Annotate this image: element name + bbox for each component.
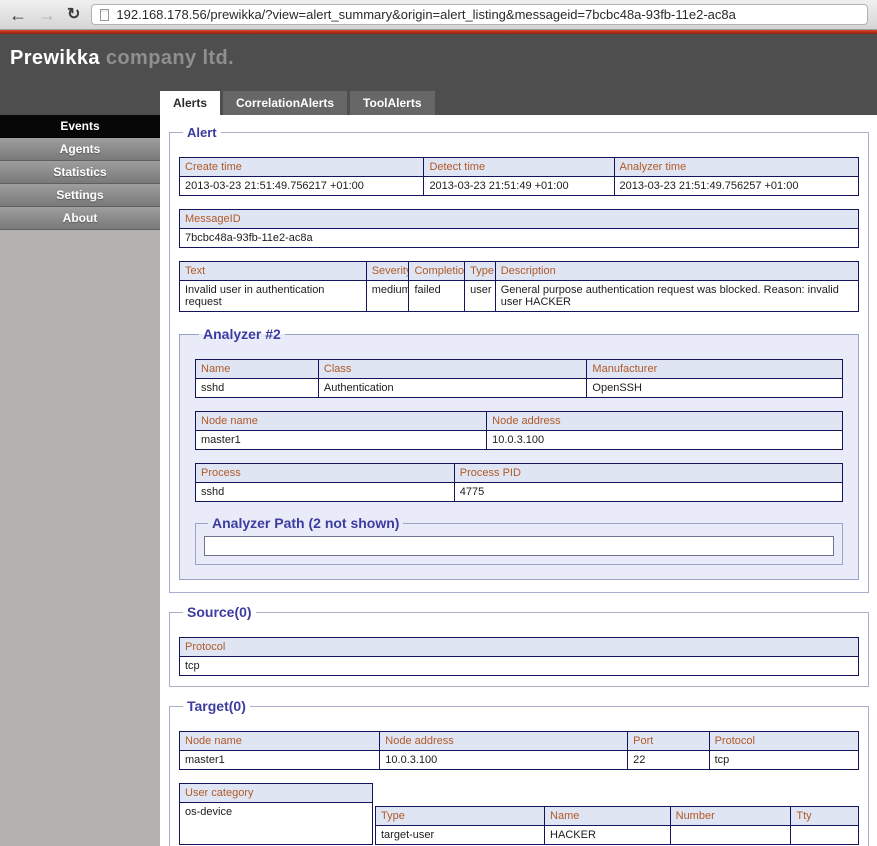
userid-number-header: Number xyxy=(670,807,791,826)
source-protocol-header: Protocol xyxy=(180,638,859,657)
alert-section-title: Alert xyxy=(183,125,221,140)
forward-icon[interactable]: → xyxy=(38,6,56,24)
target-user-tables: User category os-device Type Name Number… xyxy=(179,783,859,845)
process-header: Process xyxy=(196,464,455,483)
target-node-name-header: Node name xyxy=(180,732,380,751)
node-name-value: master1 xyxy=(196,431,487,450)
target-node-address-header: Node address xyxy=(380,732,628,751)
process-pid-value: 4775 xyxy=(454,483,842,502)
userid-name-value: HACKER xyxy=(545,826,671,845)
completion-header: Completion xyxy=(409,262,465,281)
sidebar-item-settings[interactable]: Settings xyxy=(0,184,160,207)
reload-icon[interactable]: ↻ xyxy=(67,7,80,23)
tab-correlationalerts[interactable]: CorrelationAlerts xyxy=(223,91,347,115)
sidebar: Events Agents Statistics Settings About xyxy=(0,115,160,846)
node-address-header: Node address xyxy=(487,412,843,431)
analyzer-name-header: Name xyxy=(196,360,319,379)
userid-tty-header: Tty xyxy=(791,807,859,826)
brand: Prewikka company ltd. xyxy=(0,34,877,70)
target-node-table: Node name Node address Port Protocol mas… xyxy=(179,731,859,770)
alert-times-table: Create time Detect time Analyzer time 20… xyxy=(179,157,859,196)
messageid-value: 7bcbc48a-93fb-11e2-ac8a xyxy=(180,229,859,248)
target-port-value: 22 xyxy=(628,751,709,770)
userid-type-header: Type xyxy=(376,807,545,826)
user-category-table: User category os-device xyxy=(179,783,373,845)
userid-number-value xyxy=(670,826,791,845)
address-bar[interactable]: 192.168.178.56/prewikka/?view=alert_summ… xyxy=(91,4,868,25)
completion-value: failed xyxy=(409,281,465,312)
source-protocol-value: tcp xyxy=(180,657,859,676)
back-icon[interactable]: ← xyxy=(9,6,27,24)
detect-time-header: Detect time xyxy=(424,158,614,177)
description-header: Description xyxy=(495,262,858,281)
userid-tty-value xyxy=(791,826,859,845)
sidebar-item-about[interactable]: About xyxy=(0,207,160,230)
brand-name: Prewikka xyxy=(10,47,100,69)
userid-type-value: target-user xyxy=(376,826,545,845)
process-pid-header: Process PID xyxy=(454,464,842,483)
page-icon xyxy=(100,9,109,21)
messageid-table: MessageID 7bcbc48a-93fb-11e2-ac8a xyxy=(179,209,859,248)
app-header: Prewikka company ltd. Alerts Correlation… xyxy=(0,34,877,115)
detect-time-value: 2013-03-23 21:51:49 +01:00 xyxy=(424,177,614,196)
target-protocol-header: Protocol xyxy=(709,732,858,751)
user-category-header: User category xyxy=(180,784,373,803)
tab-bar: Alerts CorrelationAlerts ToolAlerts xyxy=(160,91,435,115)
analyzer-path-section: Analyzer Path (2 not shown) xyxy=(195,515,843,565)
severity-header: Severity xyxy=(366,262,409,281)
analyzer-manufacturer-value: OpenSSH xyxy=(587,379,843,398)
text-value[interactable]: Invalid user in authentication request xyxy=(180,281,367,312)
type-header: Type xyxy=(465,262,496,281)
analyzer-path-empty-box xyxy=(204,536,834,556)
main-content: Alert Create time Detect time Analyzer t… xyxy=(160,115,877,846)
analyzer-section: Analyzer #2 Name Class Manufacturer sshd… xyxy=(179,326,859,580)
content-row: Events Agents Statistics Settings About … xyxy=(0,115,877,846)
url-text: 192.168.178.56/prewikka/?view=alert_summ… xyxy=(116,7,735,22)
source-section: Source(0) Protocol tcp xyxy=(169,604,869,687)
analyzer-node-table: Node name Node address master1 10.0.3.10… xyxy=(195,411,843,450)
target-section-title: Target(0) xyxy=(183,698,250,714)
analyzer-section-title: Analyzer #2 xyxy=(199,326,285,342)
tab-alerts[interactable]: Alerts xyxy=(160,91,220,115)
analyzer-class-value: Authentication xyxy=(318,379,587,398)
analyzer-path-title: Analyzer Path (2 not shown) xyxy=(208,515,403,531)
target-protocol-value: tcp xyxy=(709,751,858,770)
analyzer-time-header: Analyzer time xyxy=(614,158,858,177)
node-address-value: 10.0.3.100 xyxy=(487,431,843,450)
create-time-value: 2013-03-23 21:51:49.756217 +01:00 xyxy=(180,177,424,196)
type-value: user xyxy=(465,281,496,312)
analyzer-time-value: 2013-03-23 21:51:49.756257 +01:00 xyxy=(614,177,858,196)
source-section-title: Source(0) xyxy=(183,604,256,620)
target-node-name-value: master1 xyxy=(180,751,380,770)
sidebar-item-agents[interactable]: Agents xyxy=(0,138,160,161)
target-node-address-value: 10.0.3.100 xyxy=(380,751,628,770)
target-port-header: Port xyxy=(628,732,709,751)
alert-section: Alert Create time Detect time Analyzer t… xyxy=(169,125,869,593)
userid-name-header: Name xyxy=(545,807,671,826)
analyzer-manufacturer-header: Manufacturer xyxy=(587,360,843,379)
analyzer-name-value: sshd xyxy=(196,379,319,398)
description-value: General purpose authentication request w… xyxy=(495,281,858,312)
browser-toolbar: ← → ↻ 192.168.178.56/prewikka/?view=aler… xyxy=(0,0,877,30)
node-name-header: Node name xyxy=(196,412,487,431)
process-value: sshd xyxy=(196,483,455,502)
analyzer-process-table: Process Process PID sshd 4775 xyxy=(195,463,843,502)
sidebar-item-statistics[interactable]: Statistics xyxy=(0,161,160,184)
brand-suffix: company ltd. xyxy=(106,47,234,69)
target-section: Target(0) Node name Node address Port Pr… xyxy=(169,698,869,846)
text-header: Text xyxy=(180,262,367,281)
source-protocol-table: Protocol tcp xyxy=(179,637,859,676)
create-time-header: Create time xyxy=(180,158,424,177)
userid-table: Type Name Number Tty target-user HACKER xyxy=(375,806,859,845)
analyzer-class-header: Class xyxy=(318,360,587,379)
tab-toolalerts[interactable]: ToolAlerts xyxy=(350,91,434,115)
messageid-header: MessageID xyxy=(180,210,859,229)
severity-value: medium xyxy=(366,281,409,312)
user-category-value: os-device xyxy=(180,803,373,845)
classification-table: Text Severity Completion Type Descriptio… xyxy=(179,261,859,312)
analyzer-info-table: Name Class Manufacturer sshd Authenticat… xyxy=(195,359,843,398)
sidebar-item-events[interactable]: Events xyxy=(0,115,160,138)
